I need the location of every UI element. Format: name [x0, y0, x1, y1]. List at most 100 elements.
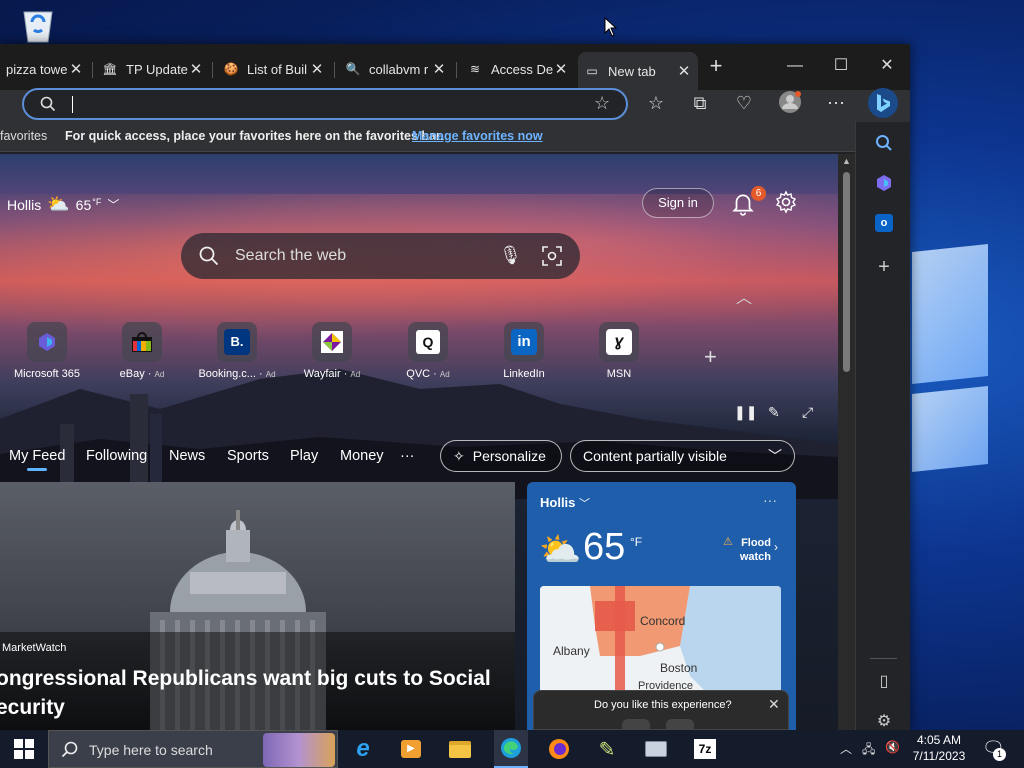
map-label-boston: Boston	[660, 661, 698, 675]
browser-essentials-icon[interactable]: ♡	[732, 91, 756, 115]
visual-search-icon[interactable]	[542, 246, 562, 266]
scroll-up-arrow-icon[interactable]: ▲	[842, 156, 851, 166]
collapse-chevron-up-icon[interactable]: ︿	[736, 284, 752, 308]
favorites-icon[interactable]: ☆	[644, 91, 668, 115]
feed-tab-money[interactable]: Money	[340, 448, 384, 464]
quick-link-qvc[interactable]: Q QVC · Ad	[388, 322, 468, 380]
taskbar-search-placeholder: Type here to search	[89, 742, 213, 758]
edge-taskbar-icon[interactable]	[494, 730, 528, 768]
sidebar-settings-gear-icon[interactable]: ⚙	[873, 710, 895, 732]
content-visibility-dropdown[interactable]: Content partially visible ﹀	[570, 440, 795, 472]
weather-widget[interactable]: Hollis ⛅ 65 °F ﹀	[7, 194, 119, 215]
tab-list-of-buildings[interactable]: 🍪 List of Buil ✕	[217, 54, 331, 84]
feed-more-icon[interactable]: ···	[400, 448, 415, 464]
feed-tab-news[interactable]: News	[169, 448, 205, 464]
new-tab-plus-icon[interactable]: +	[705, 55, 727, 78]
tab-title: Access De	[491, 61, 553, 77]
bing-copilot-icon[interactable]	[868, 88, 898, 118]
news-headline[interactable]: ongressional Republicans want big cuts t…	[0, 664, 506, 722]
feed-tab-play[interactable]: Play	[290, 448, 318, 464]
feed-tab-my-feed[interactable]: My Feed	[9, 448, 65, 471]
chevron-down-icon: ﹀	[579, 498, 590, 510]
page-scrollbar[interactable]: ▲	[838, 154, 855, 730]
media-player-icon[interactable]: ▶	[397, 735, 425, 763]
sidebar-add-icon[interactable]: +	[873, 256, 895, 278]
add-quick-link-icon[interactable]: +	[704, 344, 717, 370]
sidebar-copilot-icon[interactable]	[873, 172, 895, 194]
page-settings-gear-icon[interactable]	[774, 190, 798, 214]
more-options-icon[interactable]: ···	[763, 492, 777, 508]
hide-sidebar-icon[interactable]: ▯	[873, 670, 895, 692]
quick-link-booking[interactable]: B. Booking.c... · Ad	[197, 322, 277, 380]
quick-link-msn[interactable]: ɣ MSN	[579, 322, 659, 380]
favorite-star-icon[interactable]: ☆	[594, 93, 610, 114]
tab-pizza[interactable]: pizza towe ✕	[0, 54, 90, 84]
expand-icon[interactable]: ⤢	[802, 404, 820, 422]
more-options-icon[interactable]: ⋯	[824, 91, 848, 115]
web-search-box[interactable]: Search the web 🎙	[181, 233, 580, 279]
quick-link-linkedin[interactable]: in LinkedIn	[484, 322, 564, 380]
quick-link-microsoft-365[interactable]: Microsoft 365	[7, 322, 87, 380]
paint-app-icon[interactable]: ✎	[593, 735, 621, 763]
microphone-icon[interactable]: 🎙	[499, 245, 522, 266]
weather-card-unit: °F	[630, 535, 643, 549]
edit-background-icon[interactable]: ✎	[768, 404, 786, 422]
profile-avatar-icon[interactable]	[778, 90, 802, 114]
close-tab-icon[interactable]: ✕	[431, 60, 447, 78]
internet-explorer-icon[interactable]: e	[349, 735, 377, 763]
collections-icon[interactable]: ⧉	[688, 91, 712, 115]
control-panel-icon[interactable]	[642, 735, 670, 763]
tab-access-denied[interactable]: ≋ Access De ✕	[461, 54, 575, 84]
taskbar-search-box[interactable]: Type here to search	[48, 730, 338, 768]
tray-chevron-up-icon[interactable]: ︿	[840, 740, 852, 757]
7zip-icon[interactable]: 7z	[691, 735, 719, 763]
weather-location: Hollis	[7, 196, 42, 213]
close-tab-icon[interactable]: ✕	[68, 60, 84, 78]
scrollbar-thumb[interactable]	[843, 172, 850, 372]
maximize-icon[interactable]: ☐	[818, 52, 864, 80]
search-icon: 🔍	[345, 62, 361, 76]
building-icon: 🏛	[102, 62, 118, 76]
map-label-concord: Concord	[640, 614, 686, 628]
tab-title: List of Buil	[247, 61, 307, 77]
address-bar[interactable]: ☆	[22, 88, 628, 120]
personalize-button[interactable]: ✧ Personalize	[440, 440, 562, 472]
tab-tp-update[interactable]: 🏛 TP Update ✕	[96, 54, 210, 84]
quick-link-wayfair[interactable]: Wayfair · Ad	[292, 322, 372, 380]
feed-tab-sports[interactable]: Sports	[227, 448, 269, 464]
manage-favorites-link[interactable]: Manage favorites now	[412, 129, 543, 143]
stack-icon: ≋	[469, 62, 481, 76]
windows-start-icon[interactable]	[14, 739, 34, 759]
partly-cloudy-icon: ⛅	[47, 194, 70, 214]
sidebar-outlook-icon[interactable]: o	[873, 212, 895, 234]
news-card[interactable]: MarketWatch ongressional Republicans wan…	[0, 482, 515, 730]
taskbar-clock[interactable]: 4:05 AM 7/11/2023	[904, 732, 974, 764]
firefox-icon[interactable]	[545, 735, 573, 763]
close-tab-icon[interactable]: ✕	[676, 62, 692, 80]
close-tab-icon[interactable]: ✕	[553, 60, 569, 78]
msn-icon: ɣ	[599, 322, 639, 362]
tab-new-tab[interactable]: ▭ New tab ✕	[578, 52, 698, 90]
volume-muted-icon[interactable]: 🔇	[885, 740, 900, 754]
weather-card-location[interactable]: Hollis	[540, 495, 575, 510]
weather-unit: °F	[92, 196, 102, 207]
close-window-icon[interactable]: ✕	[864, 52, 910, 80]
file-explorer-icon[interactable]	[446, 735, 474, 763]
quick-link-ebay[interactable]: eBay · Ad	[102, 322, 182, 380]
feed-tab-following[interactable]: Following	[86, 448, 147, 464]
pause-icon[interactable]: ❚❚	[734, 404, 757, 422]
favorites-label: favorites	[0, 129, 48, 143]
minimize-icon[interactable]: —	[772, 52, 818, 80]
recycle-bin-icon[interactable]	[18, 8, 58, 44]
close-tab-icon[interactable]: ✕	[309, 60, 325, 78]
microsoft-365-icon	[27, 322, 67, 362]
notification-badge: 6	[751, 186, 766, 201]
sign-in-button[interactable]: Sign in	[642, 188, 714, 218]
network-icon[interactable]: 🖧	[862, 740, 875, 761]
feedback-prompt: Do you like this experience? ✕	[533, 690, 789, 733]
flood-watch-alert[interactable]: Flood watch	[723, 536, 771, 564]
close-tab-icon[interactable]: ✕	[188, 60, 204, 78]
tab-collabvm[interactable]: 🔍 collabvm r ✕	[339, 54, 453, 84]
sidebar-search-icon[interactable]	[873, 132, 895, 154]
close-feedback-icon[interactable]: ✕	[768, 696, 780, 713]
